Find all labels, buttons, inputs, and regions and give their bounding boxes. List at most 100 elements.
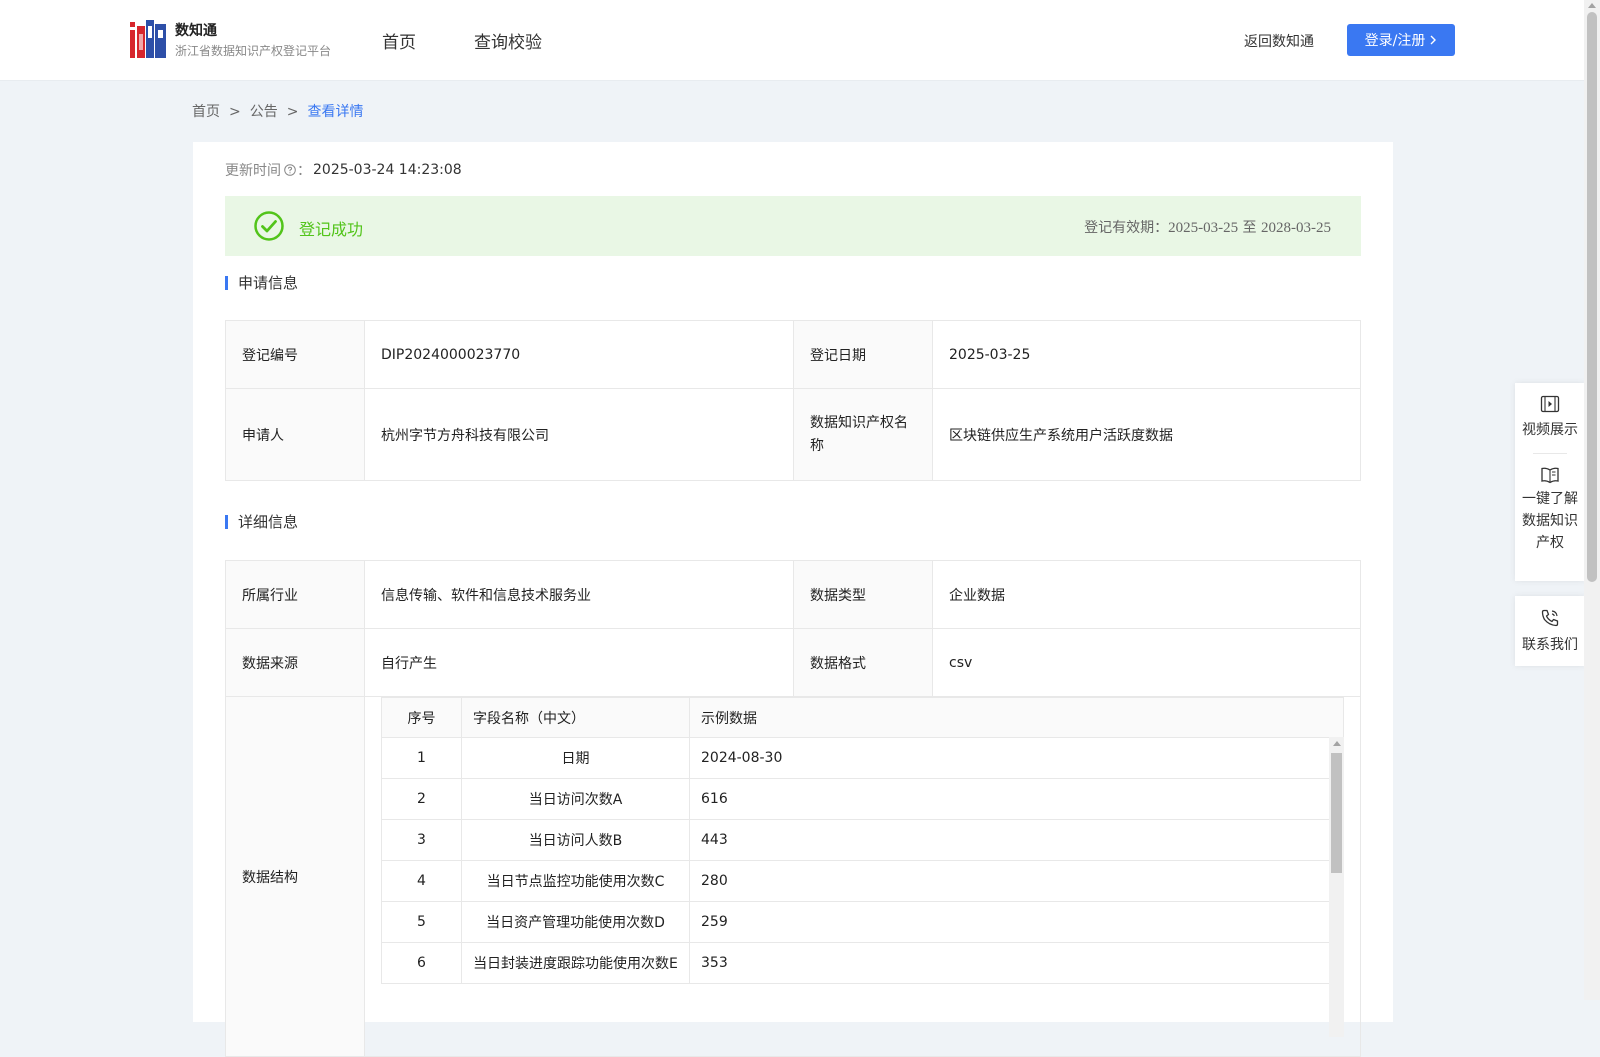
label-data-format: 数据格式 [793, 628, 933, 697]
validity-period: 登记有效期：2025-03-25 至 2028-03-25 [1084, 217, 1331, 237]
breadcrumb-separator: > [229, 104, 241, 120]
label-ip-name: 数据知识产权名称 [793, 388, 933, 481]
side-contact-label: 联系我们 [1522, 637, 1578, 653]
cell-no: 5 [381, 901, 462, 943]
brand-name: 数知通 [175, 23, 217, 39]
value-ip-name: 区块链供应生产系统用户活跃度数据 [932, 388, 1361, 481]
page-scrollbar-thumb[interactable] [1587, 12, 1597, 582]
site-logo-icon[interactable] [130, 20, 166, 58]
status-text: 登记成功 [299, 220, 364, 239]
label-data-type: 数据类型 [793, 560, 933, 629]
table-row: 2 当日访问次数A 616 [381, 778, 1344, 820]
validity-end: 2028-03-25 [1261, 220, 1331, 236]
scroll-up-arrow-icon[interactable] [1333, 741, 1341, 746]
login-register-label: 登录/注册 [1364, 33, 1426, 49]
value-applicant: 杭州字节方舟科技有限公司 [364, 388, 794, 481]
cell-sample: 259 [689, 901, 1344, 943]
cell-no: 3 [381, 819, 462, 861]
side-panel-top: 视频展示 一键了解 数据知识 产权 [1515, 383, 1585, 581]
table-row: 4 当日节点监控功能使用次数C 280 [381, 860, 1344, 902]
question-circle-icon[interactable] [284, 164, 296, 176]
cell-sample: 280 [689, 860, 1344, 902]
value-data-type: 企业数据 [932, 560, 1361, 629]
video-icon [1540, 395, 1560, 413]
cell-field-name: 当日资产管理功能使用次数D [461, 901, 690, 943]
data-structure-table: 序号 字段名称（中文） 示例数据 1 日期 2024-08-30 2 当日访问次… [381, 697, 1344, 984]
cell-sample: 616 [689, 778, 1344, 820]
structure-table-scrollbar[interactable] [1329, 737, 1344, 1037]
check-circle-icon [254, 211, 284, 241]
validity-mid: 至 [1238, 220, 1261, 236]
update-time-label: 更新时间 [225, 163, 281, 179]
registration-status-banner: 登记成功 登记有效期：2025-03-25 至 2028-03-25 [225, 196, 1361, 256]
update-time-row: 更新时间 ： 2025-03-24 14:23:08 [225, 160, 462, 180]
table-row: 3 当日访问人数B 443 [381, 819, 1344, 861]
section-title-detail: 详细信息 [225, 515, 298, 530]
book-icon [1541, 467, 1559, 484]
cell-field-name: 当日节点监控功能使用次数C [461, 860, 690, 902]
label-applicant: 申请人 [225, 388, 365, 481]
nav-query-verify[interactable]: 查询校验 [474, 28, 542, 53]
cell-sample: 443 [689, 819, 1344, 861]
side-learn-label-3: 产权 [1536, 535, 1564, 551]
table-row: 6 当日封装进度跟踪功能使用次数E 353 [381, 942, 1344, 984]
cell-field-name: 当日封装进度跟踪功能使用次数E [461, 942, 690, 984]
label-industry: 所属行业 [225, 560, 365, 629]
breadcrumb: 首页 > 公告 > 查看详情 [192, 101, 363, 121]
login-register-button[interactable]: 登录/注册 [1347, 24, 1455, 56]
page-scroll-up-arrow-icon[interactable] [1588, 3, 1596, 8]
col-header-field-name: 字段名称（中文） [461, 697, 690, 738]
table-row: 登记编号 DIP2024000023770 登记日期 2025-03-25 [225, 320, 1361, 389]
back-to-shuzhitong-link[interactable]: 返回数知通 [1244, 31, 1314, 51]
cell-no: 2 [381, 778, 462, 820]
scrollbar-thumb[interactable] [1331, 753, 1342, 873]
phone-icon [1541, 609, 1559, 627]
cell-no: 1 [381, 737, 462, 779]
page-scrollbar[interactable] [1584, 0, 1600, 1000]
brand-subtitle: 浙江省数据知识产权登记平台 [175, 44, 332, 58]
apply-info-table: 登记编号 DIP2024000023770 登记日期 2025-03-25 申请… [225, 320, 1361, 481]
table-row: 1 日期 2024-08-30 [381, 737, 1344, 779]
table-row: 数据结构 序号 字段名称（中文） 示例数据 1 日期 2024-08-30 2 … [225, 696, 1361, 1057]
breadcrumb-announcement[interactable]: 公告 [250, 104, 278, 120]
cell-field-name: 日期 [461, 737, 690, 779]
nav-home[interactable]: 首页 [382, 28, 416, 53]
side-video-label: 视频展示 [1522, 422, 1578, 438]
side-panel-contact: 联系我们 [1515, 596, 1585, 666]
validity-start: 2025-03-25 [1168, 220, 1239, 236]
value-registration-no: DIP2024000023770 [364, 320, 794, 389]
col-header-no: 序号 [381, 697, 462, 738]
value-data-source: 自行产生 [364, 628, 794, 697]
cell-sample: 2024-08-30 [689, 737, 1344, 779]
cell-field-name: 当日访问次数A [461, 778, 690, 820]
table-row: 申请人 杭州字节方舟科技有限公司 数据知识产权名称 区块链供应生产系统用户活跃度… [225, 388, 1361, 481]
structure-header-row: 序号 字段名称（中文） 示例数据 [381, 697, 1344, 738]
top-header: 数知通 浙江省数据知识产权登记平台 首页 查询校验 返回数知通 登录/注册 [0, 0, 1584, 81]
side-item-video[interactable]: 视频展示 [1515, 383, 1585, 453]
section-title-apply: 申请信息 [225, 276, 298, 291]
side-learn-label-1: 一键了解 [1522, 491, 1578, 507]
breadcrumb-separator: > [286, 104, 299, 120]
update-time-value: 2025-03-24 14:23:08 [313, 162, 462, 178]
data-structure-cell: 序号 字段名称（中文） 示例数据 1 日期 2024-08-30 2 当日访问次… [364, 696, 1361, 1057]
label-data-structure: 数据结构 [225, 696, 365, 1057]
label-registration-no: 登记编号 [225, 320, 365, 389]
validity-label: 登记有效期： [1084, 220, 1169, 236]
detail-info-table: 所属行业 信息传输、软件和信息技术服务业 数据类型 企业数据 数据来源 自行产生… [225, 560, 1361, 1057]
cell-no: 6 [381, 942, 462, 984]
side-item-contact[interactable]: 联系我们 [1515, 596, 1585, 668]
value-industry: 信息传输、软件和信息技术服务业 [364, 560, 794, 629]
cell-field-name: 当日访问人数B [461, 819, 690, 861]
value-data-format: csv [932, 628, 1361, 697]
table-row: 5 当日资产管理功能使用次数D 259 [381, 901, 1344, 943]
structure-table-wrap: 序号 字段名称（中文） 示例数据 1 日期 2024-08-30 2 当日访问次… [381, 697, 1344, 1037]
breadcrumb-current: 查看详情 [307, 104, 364, 120]
breadcrumb-home[interactable]: 首页 [192, 104, 220, 120]
label-registration-date: 登记日期 [793, 320, 933, 389]
side-learn-label-2: 数据知识 [1522, 513, 1578, 529]
cell-no: 4 [381, 860, 462, 902]
update-time-colon: ： [297, 163, 311, 179]
side-item-learn-ip[interactable]: 一键了解 数据知识 产权 [1515, 454, 1585, 568]
table-row: 所属行业 信息传输、软件和信息技术服务业 数据类型 企业数据 [225, 560, 1361, 629]
value-registration-date: 2025-03-25 [932, 320, 1361, 389]
